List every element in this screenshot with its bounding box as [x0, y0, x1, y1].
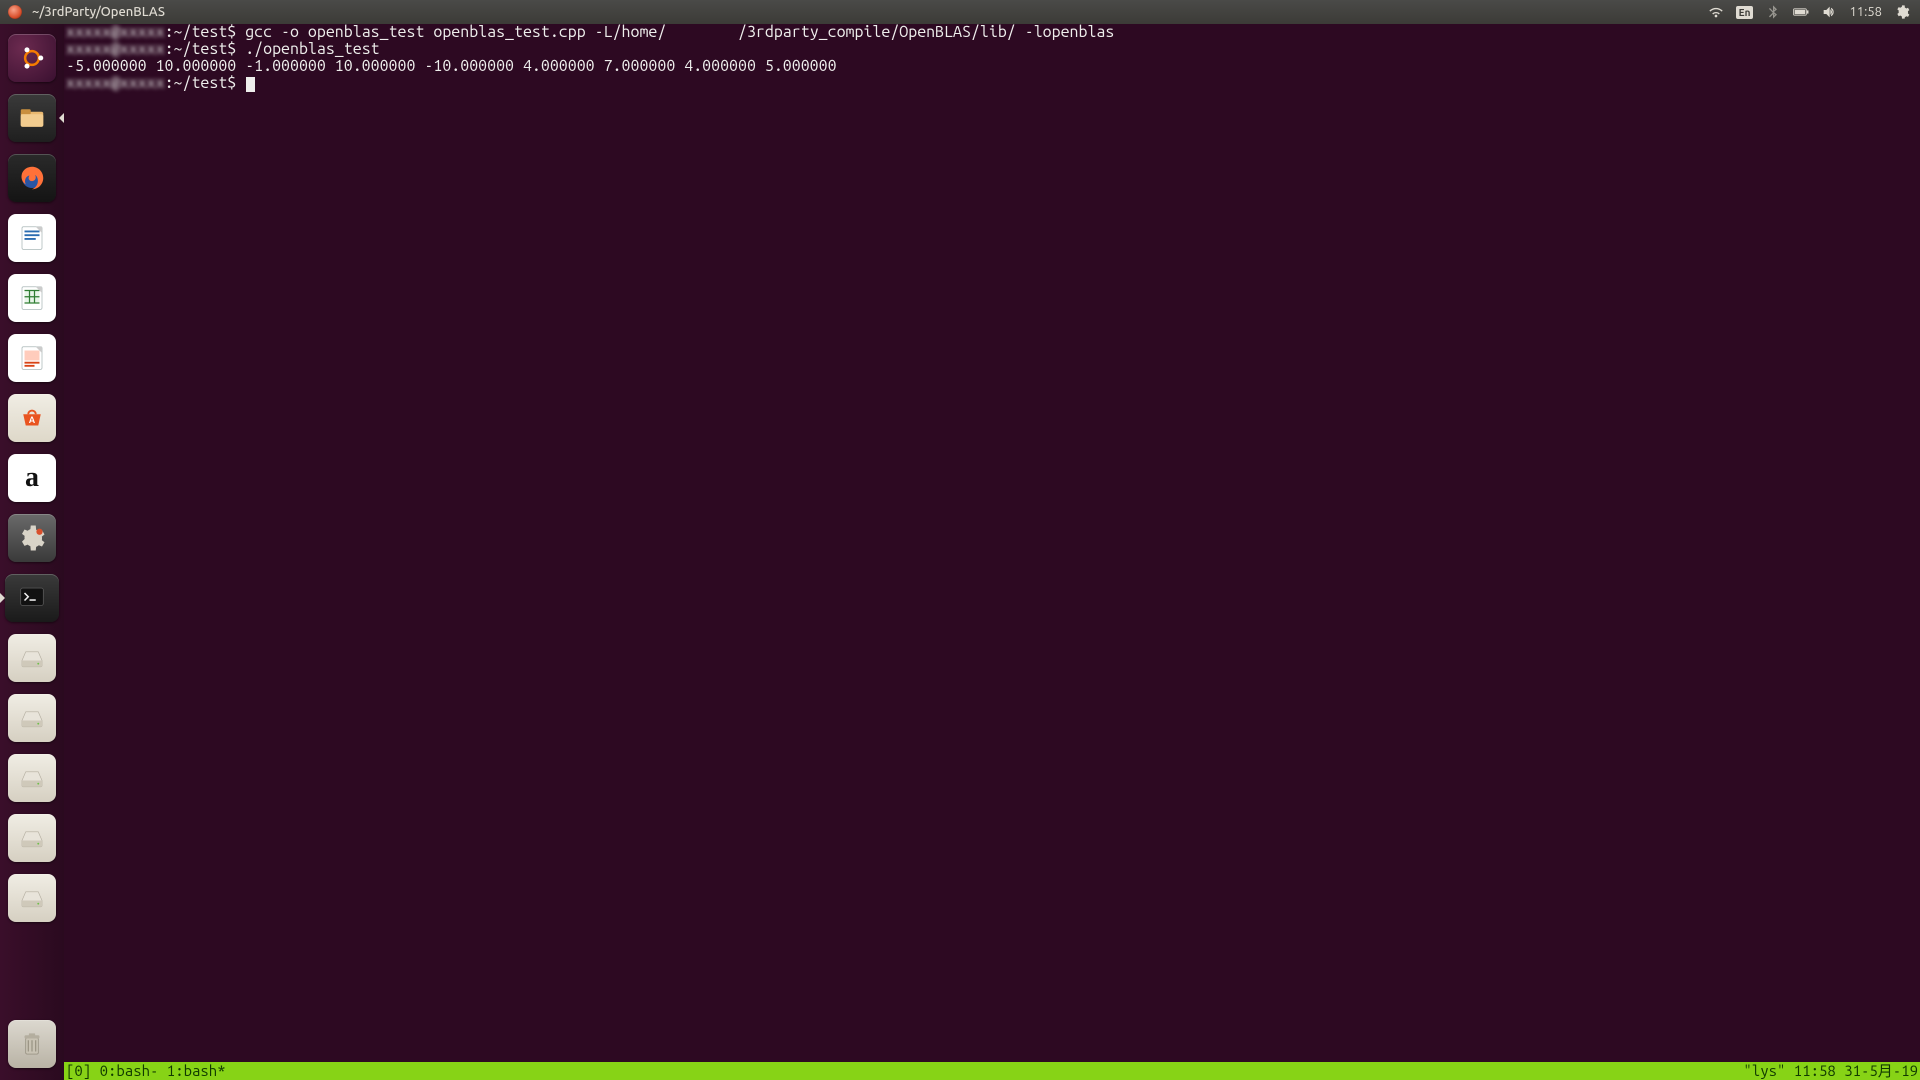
drive-icon	[8, 634, 56, 682]
window-close-button[interactable]	[8, 5, 22, 19]
unity-launcher: A a	[0, 24, 64, 1080]
launcher-settings[interactable]	[5, 511, 59, 565]
launcher-drive-1[interactable]	[5, 631, 59, 685]
drive-icon	[8, 874, 56, 922]
drive-icon	[8, 814, 56, 862]
libreoffice-impress-icon	[8, 334, 56, 382]
libreoffice-writer-icon	[8, 214, 56, 262]
launcher-calc[interactable]	[5, 271, 59, 325]
battery-icon[interactable]	[1793, 4, 1809, 20]
drive-icon	[8, 694, 56, 742]
terminal-line: xxxxx@xxxxx:~/test$ ./openblas_test	[66, 41, 1918, 58]
tmux-left: [0] 0:bash- 1:bash*	[66, 1062, 226, 1080]
libreoffice-calc-icon	[8, 274, 56, 322]
amazon-icon: a	[8, 454, 56, 502]
system-settings-icon	[8, 514, 56, 562]
launcher-drive-5[interactable]	[5, 871, 59, 925]
bluetooth-icon[interactable]	[1765, 4, 1781, 20]
svg-text:A: A	[29, 415, 36, 425]
terminal-window[interactable]: xxxxx@xxxxx:~/test$ gcc -o openblas_test…	[64, 24, 1920, 1080]
launcher-amazon[interactable]: a	[5, 451, 59, 505]
launcher-drive-2[interactable]	[5, 691, 59, 745]
cursor-icon	[246, 77, 255, 92]
terminal-icon	[5, 574, 59, 622]
window-title: ~/3rdParty/OpenBLAS	[32, 5, 165, 19]
sound-icon[interactable]	[1821, 4, 1837, 20]
drive-icon	[8, 754, 56, 802]
launcher-terminal[interactable]	[5, 571, 59, 625]
launcher-trash[interactable]	[5, 1020, 59, 1074]
launcher-firefox[interactable]	[5, 151, 59, 205]
launcher-dash[interactable]	[5, 31, 59, 85]
tmux-status-bar: [0] 0:bash- 1:bash* "lys" 11:58 31-5月-19	[64, 1062, 1920, 1080]
terminal-prompt[interactable]: xxxxx@xxxxx:~/test$	[66, 75, 1918, 92]
launcher-software[interactable]: A	[5, 391, 59, 445]
launcher-writer[interactable]	[5, 211, 59, 265]
terminal-line: xxxxx@xxxxx:~/test$ gcc -o openblas_test…	[66, 24, 1918, 41]
firefox-icon	[8, 154, 56, 202]
tmux-right: "lys" 11:58 31-5月-19	[1743, 1062, 1918, 1080]
clock[interactable]: 11:58	[1849, 5, 1882, 19]
launcher-drive-4[interactable]	[5, 811, 59, 865]
ubuntu-software-icon: A	[8, 394, 56, 442]
terminal-output: -5.000000 10.000000 -1.000000 10.000000 …	[66, 58, 1918, 75]
trash-icon	[8, 1020, 56, 1068]
launcher-drive-3[interactable]	[5, 751, 59, 805]
files-icon	[8, 94, 56, 142]
session-gear-icon[interactable]	[1894, 4, 1910, 20]
ubuntu-dash-icon	[8, 34, 56, 82]
keyboard-layout-indicator[interactable]: En	[1736, 6, 1754, 19]
network-wifi-icon[interactable]	[1708, 4, 1724, 20]
launcher-files[interactable]	[5, 91, 59, 145]
terminal-viewport[interactable]: xxxxx@xxxxx:~/test$ gcc -o openblas_test…	[64, 24, 1920, 1062]
top-menubar: ~/3rdParty/OpenBLAS En 11:58	[0, 0, 1920, 24]
launcher-impress[interactable]	[5, 331, 59, 385]
